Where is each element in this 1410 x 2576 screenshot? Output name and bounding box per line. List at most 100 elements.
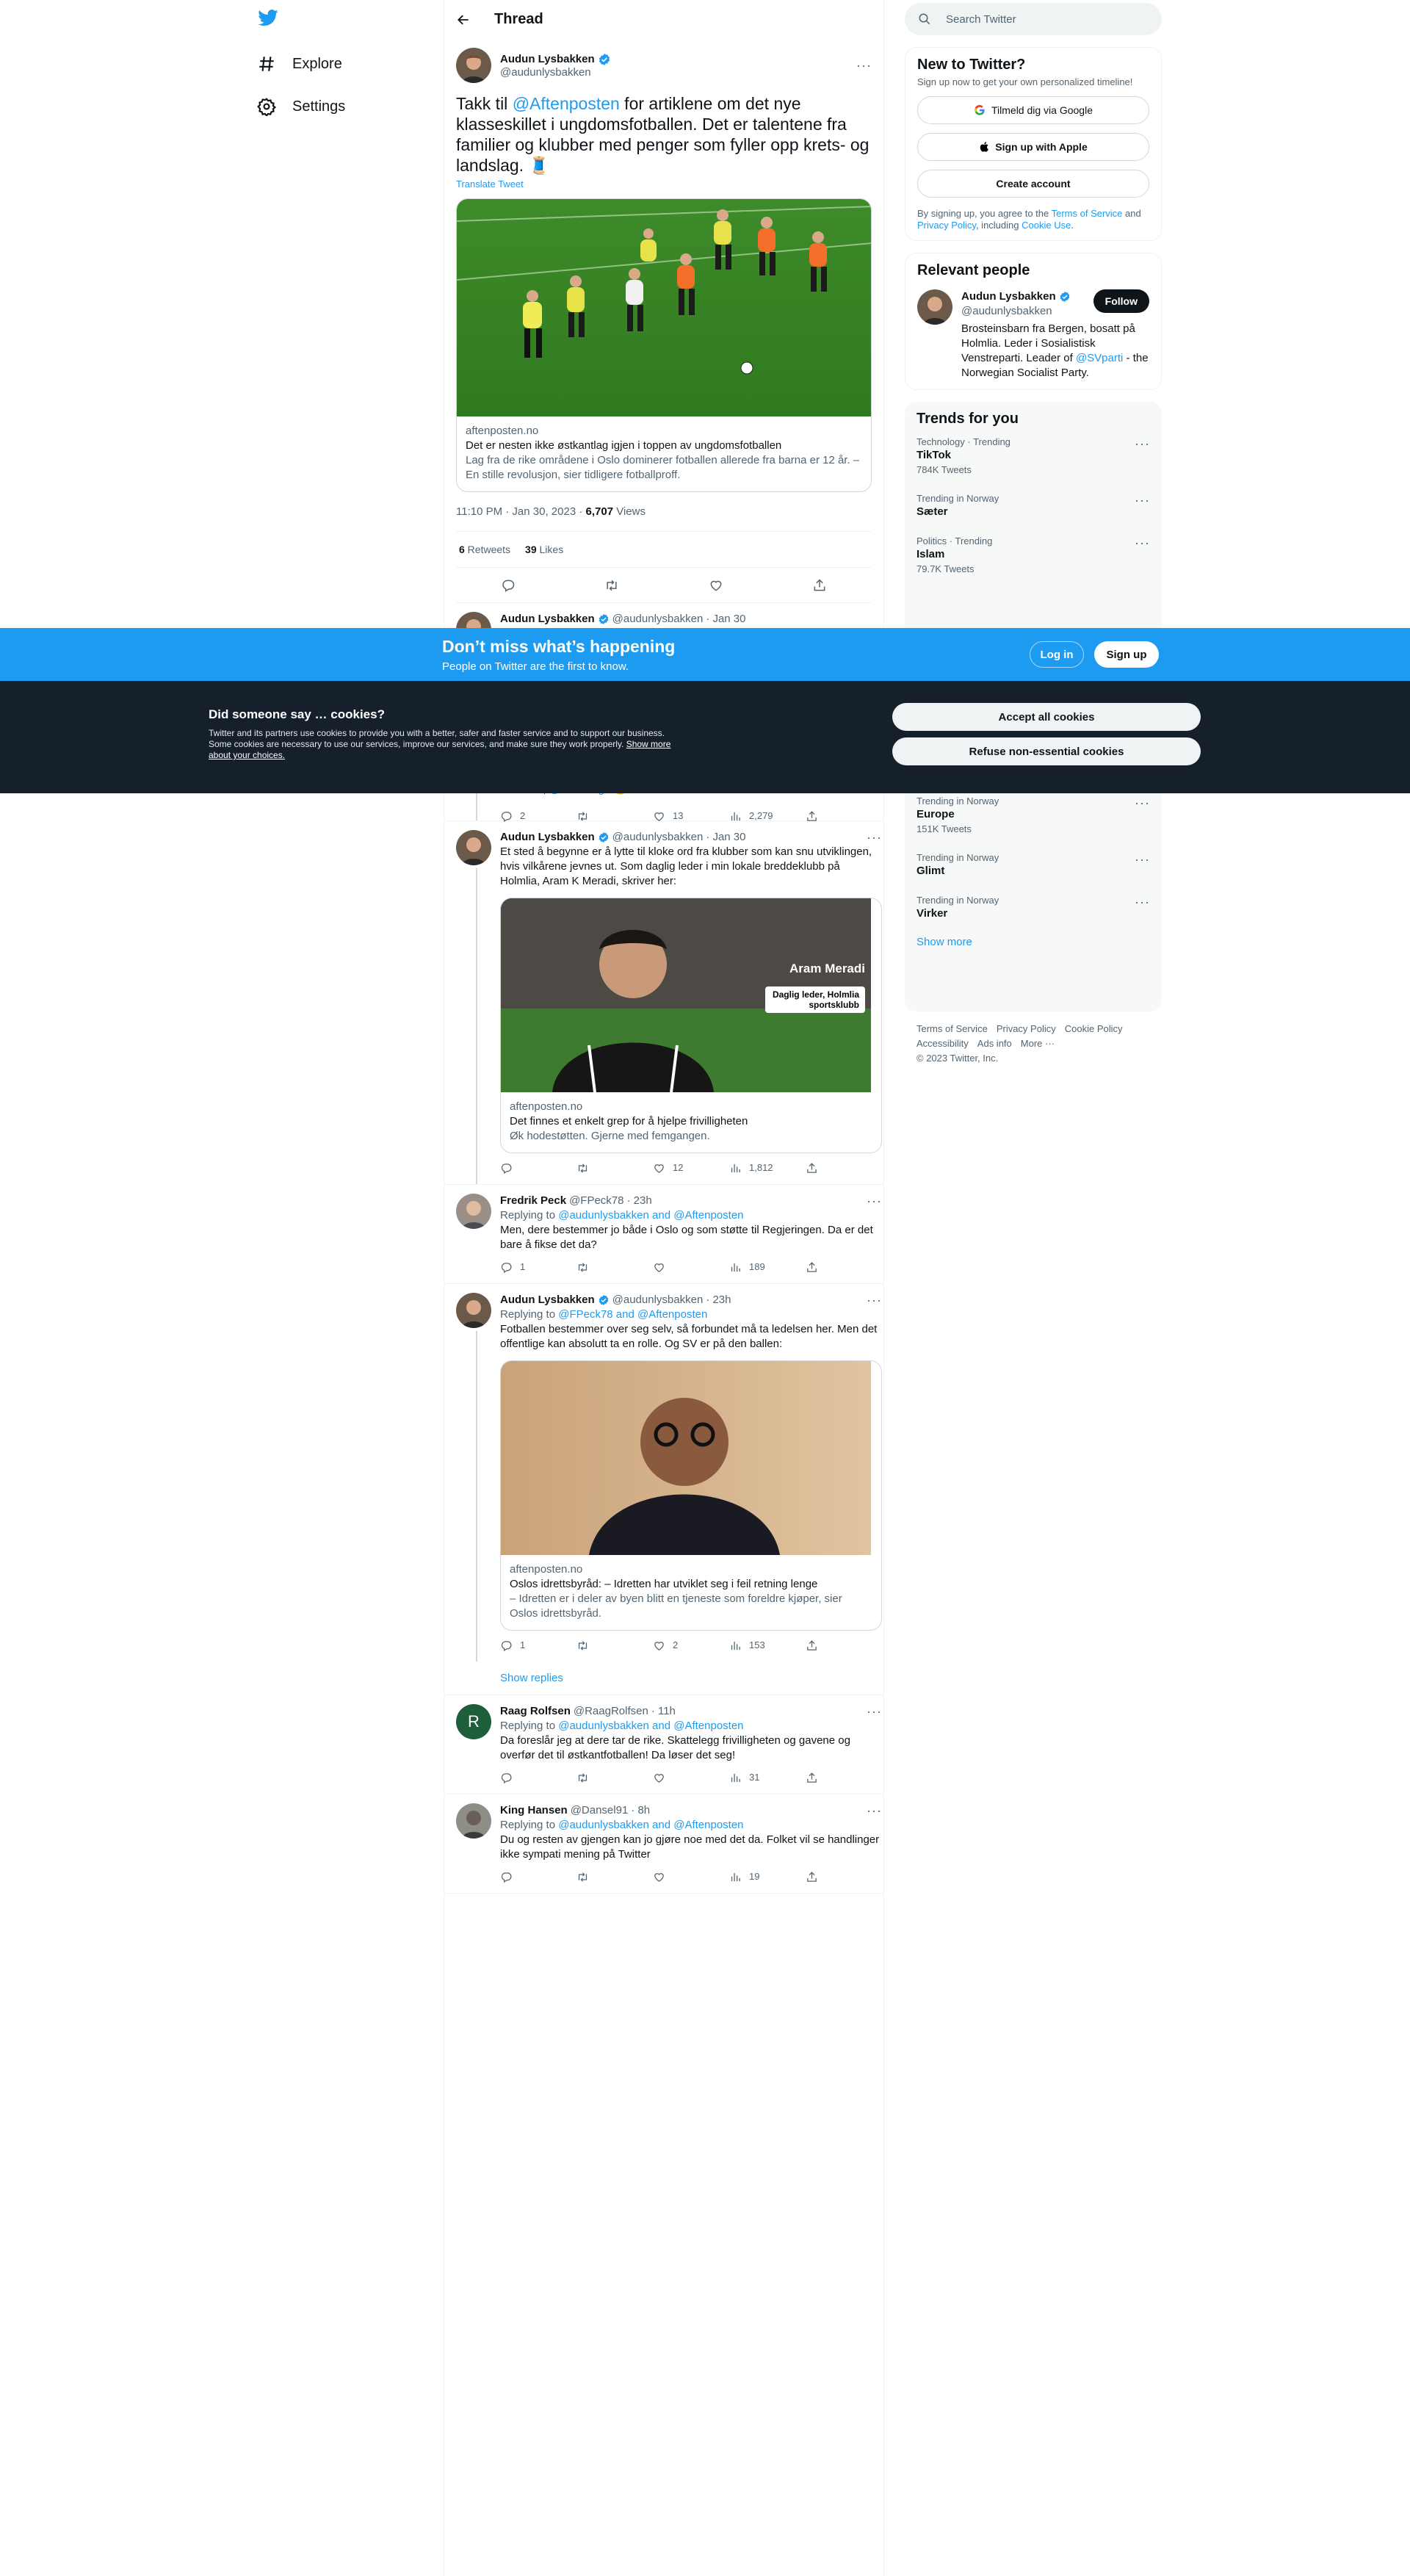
search-input[interactable]: Search Twitter	[905, 3, 1162, 35]
author-handle[interactable]: @audunlysbakken	[500, 66, 611, 79]
trend-item[interactable]: Trending in Norway Sæter ···	[916, 484, 1150, 527]
accept-cookies-button[interactable]: Accept all cookies	[892, 703, 1201, 731]
retweet-action[interactable]	[576, 1638, 653, 1653]
reply-action[interactable]	[500, 1869, 576, 1884]
reply-tweet[interactable]: Audun Lysbakken @audunlysbakken · 23h ··· R…	[444, 1284, 883, 1662]
replying-to-link[interactable]: @audunlysbakken and @Aftenposten	[558, 1209, 743, 1222]
footer-link[interactable]: Cookie Policy	[1065, 1023, 1123, 1034]
like-action[interactable]	[653, 1770, 729, 1785]
retweets-stat[interactable]: 6 Retweets	[459, 544, 510, 555]
mention-link[interactable]: @Aftenposten	[513, 94, 620, 113]
link-card[interactable]: Aram Meradi Daglig leder, Holmlia sports…	[500, 898, 882, 1153]
author-name[interactable]: Audun Lysbakken	[500, 53, 595, 65]
avatar[interactable]	[456, 830, 491, 865]
footer-link[interactable]: More ···	[1021, 1038, 1055, 1049]
like-action[interactable]: 2	[653, 1638, 729, 1653]
create-account-button[interactable]: Create account	[917, 170, 1149, 198]
views-action[interactable]: 189	[729, 1260, 806, 1274]
back-arrow-icon[interactable]	[456, 12, 471, 27]
author-name[interactable]: Raag Rolfsen	[500, 1704, 571, 1719]
footer-link[interactable]: Terms of Service	[916, 1023, 988, 1034]
reply-action[interactable]: 1	[500, 1260, 576, 1274]
share-action[interactable]	[806, 1638, 882, 1653]
replying-to-link[interactable]: @audunlysbakken and @Aftenposten	[558, 1720, 743, 1732]
avatar[interactable]	[456, 1293, 491, 1328]
footer-link[interactable]: Privacy Policy	[997, 1023, 1056, 1034]
avatar[interactable]	[456, 48, 491, 83]
author-name[interactable]: King Hansen	[500, 1803, 568, 1818]
replying-to-link[interactable]: @FPeck78 and @Aftenposten	[558, 1308, 707, 1321]
author-handle[interactable]: @audunlysbakken	[612, 612, 704, 627]
tos-link[interactable]: Terms of Service	[1052, 208, 1123, 219]
author-handle[interactable]: @FPeck78	[569, 1194, 623, 1208]
author-name[interactable]: Fredrik Peck	[500, 1194, 566, 1208]
link-card[interactable]: aftenposten.no Oslos idrettsbyråd: – Idr…	[500, 1360, 882, 1631]
avatar[interactable]: R	[456, 1704, 491, 1739]
reply-action[interactable]: 1	[500, 1638, 576, 1653]
more-icon[interactable]: ···	[1135, 493, 1150, 508]
views-action[interactable]: 31	[729, 1770, 806, 1785]
more-icon[interactable]: ···	[867, 1803, 882, 1818]
more-icon[interactable]: ···	[867, 830, 882, 845]
retweet-action[interactable]	[576, 1260, 653, 1274]
author-handle[interactable]: @audunlysbakken	[612, 1293, 704, 1307]
author-handle[interactable]: @audunlysbakken	[612, 830, 704, 845]
author-handle[interactable]: @RaagRolfsen	[574, 1704, 648, 1719]
nav-explore[interactable]: Explore	[257, 46, 342, 82]
more-icon[interactable]: ···	[867, 1704, 882, 1719]
reply-tweet[interactable]: Fredrik Peck @FPeck78 · 23h ··· Replying to…	[444, 1185, 883, 1284]
avatar[interactable]	[456, 1803, 491, 1839]
trend-item[interactable]: Trending in Norway Glimt ···	[916, 843, 1150, 886]
author-name[interactable]: Audun Lysbakken	[500, 830, 595, 845]
like-action[interactable]	[653, 1260, 729, 1274]
like-action[interactable]	[653, 1869, 729, 1884]
more-icon[interactable]: ···	[1135, 895, 1150, 910]
footer-link[interactable]: Ads info	[977, 1038, 1012, 1049]
retweet-action[interactable]	[576, 1161, 653, 1175]
signup-button[interactable]: Sign up	[1094, 641, 1159, 668]
refuse-cookies-button[interactable]: Refuse non-essential cookies	[892, 737, 1201, 765]
timestamp-text[interactable]: 11:10 PM · Jan 30, 2023 ·	[456, 505, 586, 518]
translate-link[interactable]: Translate Tweet	[456, 178, 872, 190]
views-action[interactable]: 153	[729, 1638, 806, 1653]
trend-item[interactable]: Trending in Norway Virker ···	[916, 886, 1150, 928]
author-name[interactable]: Audun Lysbakken	[500, 1293, 595, 1307]
thread-tweet[interactable]: Audun Lysbakken @audunlysbakken · Jan 30 ··…	[444, 821, 883, 1185]
author-handle[interactable]: @Dansel91	[571, 1803, 629, 1818]
more-icon[interactable]: ···	[1135, 535, 1150, 551]
trend-item[interactable]: Trending in Norway Europe 151K Tweets ···	[916, 787, 1150, 843]
more-icon[interactable]: ···	[1135, 852, 1150, 867]
relevant-handle[interactable]: @audunlysbakken	[961, 304, 1071, 319]
link-card[interactable]: aftenposten.no Det er nesten ikke østkan…	[456, 198, 872, 492]
login-button[interactable]: Log in	[1030, 641, 1084, 668]
replying-to-link[interactable]: @audunlysbakken and @Aftenposten	[558, 1819, 743, 1831]
like-icon[interactable]	[709, 578, 723, 593]
mention-link[interactable]: @SVparti	[1076, 352, 1123, 364]
share-icon[interactable]	[812, 578, 827, 593]
trend-item[interactable]: Politics · Trending Islam 79.7K Tweets ···	[916, 527, 1150, 583]
reply-tweet[interactable]: King Hansen @Dansel91 · 8h ··· Replying to …	[444, 1794, 883, 1894]
follow-button[interactable]: Follow	[1093, 289, 1149, 313]
retweet-action[interactable]	[576, 1770, 653, 1785]
google-signup-button[interactable]: Tilmeld dig via Google	[917, 96, 1149, 124]
more-icon[interactable]: ···	[1135, 795, 1150, 811]
likes-stat[interactable]: 39 Likes	[525, 544, 563, 555]
cookie-use-link[interactable]: Cookie Use	[1022, 220, 1071, 231]
share-action[interactable]	[806, 1161, 882, 1175]
reply-icon[interactable]	[501, 578, 516, 593]
more-icon[interactable]: ···	[856, 58, 872, 73]
footer-link[interactable]: Accessibility	[916, 1038, 969, 1049]
avatar[interactable]	[917, 289, 952, 325]
like-action[interactable]: 12	[653, 1161, 729, 1175]
retweet-icon[interactable]	[604, 578, 619, 593]
share-action[interactable]	[806, 1260, 882, 1274]
relevant-name[interactable]: Audun Lysbakken	[961, 289, 1056, 304]
more-icon[interactable]: ···	[867, 1194, 882, 1208]
reply-tweet[interactable]: R Raag Rolfsen @RaagRolfsen · 11h ··· Reply…	[444, 1695, 883, 1794]
views-action[interactable]: 19	[729, 1869, 806, 1884]
trend-item[interactable]: Technology · Trending TikTok 784K Tweets ··…	[916, 427, 1150, 484]
more-icon[interactable]: ···	[867, 1293, 882, 1307]
reply-action[interactable]	[500, 1161, 576, 1175]
privacy-link[interactable]: Privacy Policy	[917, 220, 976, 231]
more-icon[interactable]: ···	[1135, 436, 1150, 452]
